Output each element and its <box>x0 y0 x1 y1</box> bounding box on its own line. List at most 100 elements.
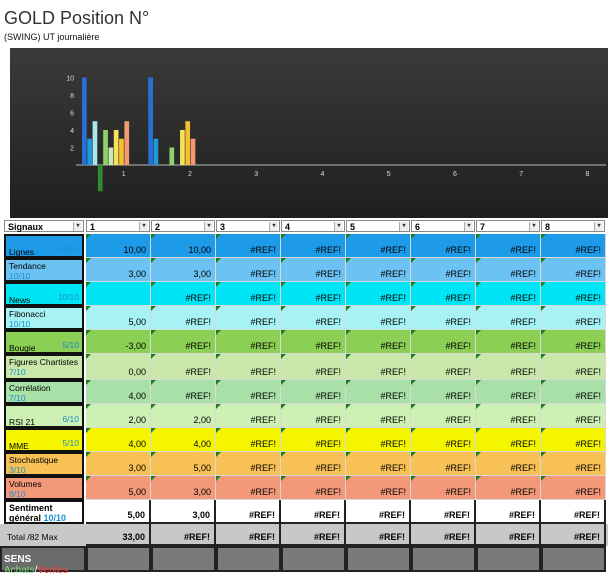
table-cell[interactable]: #REF! <box>476 258 541 282</box>
table-cell[interactable]: #REF! <box>281 404 346 428</box>
table-cell[interactable]: #REF! <box>346 306 411 330</box>
table-cell[interactable]: #REF! <box>476 428 541 452</box>
sens-cell[interactable] <box>346 546 411 572</box>
table-cell[interactable]: #REF! <box>216 306 281 330</box>
sentiment-cell[interactable]: #REF! <box>541 500 606 524</box>
table-cell[interactable]: #REF! <box>411 380 476 404</box>
table-cell[interactable]: #REF! <box>281 354 346 380</box>
table-cell[interactable]: #REF! <box>541 282 606 306</box>
table-cell[interactable]: #REF! <box>541 234 606 258</box>
table-cell[interactable]: #REF! <box>346 354 411 380</box>
table-cell[interactable]: #REF! <box>411 330 476 354</box>
sens-cell[interactable] <box>411 546 476 572</box>
table-cell[interactable]: #REF! <box>541 258 606 282</box>
table-cell[interactable]: 3,00 <box>151 258 216 282</box>
table-cell[interactable]: #REF! <box>216 258 281 282</box>
table-cell[interactable]: #REF! <box>216 330 281 354</box>
filter-dropdown-icon[interactable]: ▾ <box>464 222 473 231</box>
header-col-1[interactable]: 1 ▾ <box>86 220 150 232</box>
table-cell[interactable]: #REF! <box>216 404 281 428</box>
total-cell[interactable]: #REF! <box>476 524 541 546</box>
filter-dropdown-icon[interactable]: ▾ <box>334 222 343 231</box>
header-col-7[interactable]: 7 ▾ <box>476 220 540 232</box>
table-cell[interactable]: #REF! <box>281 452 346 476</box>
table-cell[interactable] <box>86 282 151 306</box>
table-cell[interactable]: #REF! <box>216 354 281 380</box>
header-col-8[interactable]: 8 ▾ <box>541 220 605 232</box>
table-cell[interactable]: #REF! <box>411 234 476 258</box>
table-cell[interactable]: #REF! <box>476 234 541 258</box>
table-cell[interactable]: 4,00 <box>86 428 151 452</box>
table-cell[interactable]: 2,00 <box>151 404 216 428</box>
table-cell[interactable]: #REF! <box>411 354 476 380</box>
sens-cell[interactable] <box>541 546 606 572</box>
table-cell[interactable]: #REF! <box>346 282 411 306</box>
table-cell[interactable]: #REF! <box>411 404 476 428</box>
table-cell[interactable]: #REF! <box>281 282 346 306</box>
table-cell[interactable]: #REF! <box>541 380 606 404</box>
table-cell[interactable]: #REF! <box>151 306 216 330</box>
table-cell[interactable]: #REF! <box>151 380 216 404</box>
table-cell[interactable]: #REF! <box>346 404 411 428</box>
table-cell[interactable]: #REF! <box>346 476 411 500</box>
sentiment-cell[interactable]: #REF! <box>346 500 411 524</box>
table-cell[interactable]: #REF! <box>411 452 476 476</box>
table-cell[interactable]: #REF! <box>216 380 281 404</box>
table-cell[interactable]: 2,00 <box>86 404 151 428</box>
table-cell[interactable]: 4,00 <box>86 380 151 404</box>
table-cell[interactable]: 3,00 <box>86 258 151 282</box>
table-cell[interactable]: #REF! <box>346 380 411 404</box>
table-cell[interactable]: #REF! <box>541 404 606 428</box>
header-col-5[interactable]: 5 ▾ <box>346 220 410 232</box>
sens-cell[interactable] <box>216 546 281 572</box>
header-col-4[interactable]: 4 ▾ <box>281 220 345 232</box>
table-cell[interactable]: #REF! <box>541 452 606 476</box>
sentiment-cell[interactable]: #REF! <box>281 500 346 524</box>
filter-dropdown-icon[interactable]: ▾ <box>269 222 278 231</box>
sentiment-cell[interactable]: 5,00 <box>86 500 151 524</box>
table-cell[interactable]: #REF! <box>281 428 346 452</box>
filter-dropdown-icon[interactable]: ▾ <box>399 222 408 231</box>
header-col-2[interactable]: 2 ▾ <box>151 220 215 232</box>
filter-dropdown-icon[interactable]: ▾ <box>529 222 538 231</box>
table-cell[interactable]: #REF! <box>281 476 346 500</box>
total-cell[interactable]: #REF! <box>411 524 476 546</box>
table-cell[interactable]: #REF! <box>281 258 346 282</box>
filter-dropdown-icon[interactable]: ▾ <box>594 222 603 231</box>
table-cell[interactable]: 10,00 <box>86 234 151 258</box>
header-signals[interactable]: Signaux ▾ <box>4 220 84 232</box>
table-cell[interactable]: #REF! <box>476 354 541 380</box>
bar-chart[interactable]: 10 8 6 4 2 1 2 3 4 5 6 7 8 <box>10 48 608 218</box>
sens-cell[interactable] <box>476 546 541 572</box>
total-cell[interactable]: #REF! <box>541 524 606 546</box>
table-cell[interactable]: #REF! <box>216 282 281 306</box>
filter-dropdown-icon[interactable]: ▾ <box>204 222 213 231</box>
table-cell[interactable]: #REF! <box>541 330 606 354</box>
filter-dropdown-icon[interactable]: ▾ <box>73 222 82 231</box>
header-col-6[interactable]: 6 ▾ <box>411 220 475 232</box>
table-cell[interactable]: #REF! <box>411 306 476 330</box>
table-cell[interactable]: #REF! <box>281 330 346 354</box>
table-cell[interactable]: #REF! <box>541 428 606 452</box>
table-cell[interactable]: #REF! <box>541 476 606 500</box>
total-cell[interactable]: #REF! <box>151 524 216 546</box>
header-col-3[interactable]: 3 ▾ <box>216 220 280 232</box>
table-cell[interactable]: #REF! <box>476 404 541 428</box>
table-cell[interactable]: #REF! <box>476 476 541 500</box>
total-cell[interactable]: #REF! <box>281 524 346 546</box>
sentiment-cell[interactable]: 3,00 <box>151 500 216 524</box>
table-cell[interactable]: #REF! <box>346 330 411 354</box>
table-cell[interactable]: #REF! <box>151 330 216 354</box>
table-cell[interactable]: #REF! <box>151 354 216 380</box>
table-cell[interactable]: #REF! <box>476 452 541 476</box>
sentiment-cell[interactable]: #REF! <box>216 500 281 524</box>
sens-cell[interactable] <box>86 546 151 572</box>
sens-cell[interactable] <box>151 546 216 572</box>
table-cell[interactable]: #REF! <box>411 428 476 452</box>
table-cell[interactable]: #REF! <box>411 476 476 500</box>
table-cell[interactable]: #REF! <box>541 306 606 330</box>
table-cell[interactable]: #REF! <box>411 258 476 282</box>
sentiment-cell[interactable]: #REF! <box>411 500 476 524</box>
table-cell[interactable]: #REF! <box>281 306 346 330</box>
table-cell[interactable]: #REF! <box>216 452 281 476</box>
